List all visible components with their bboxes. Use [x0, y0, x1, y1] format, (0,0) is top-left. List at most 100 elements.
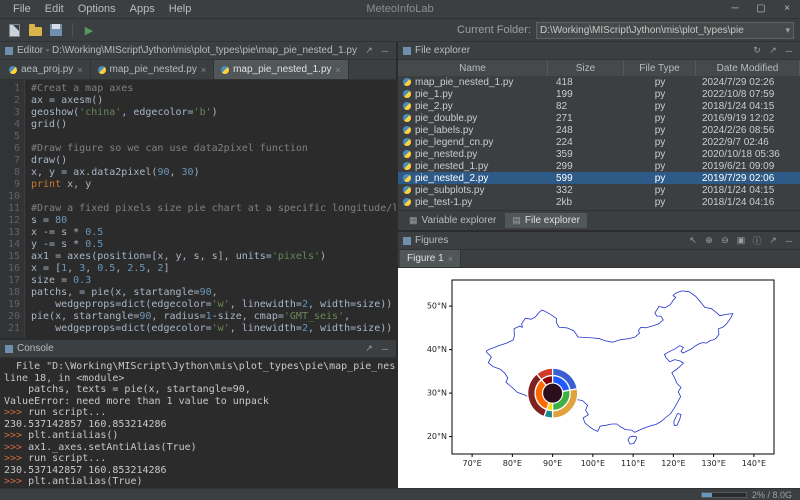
figure-canvas[interactable]: 70°E80°E90°E100°E110°E120°E130°E140°E20°…: [398, 268, 800, 488]
column-header-name[interactable]: Name: [398, 60, 548, 76]
zoom-in-icon[interactable]: ⊕: [703, 235, 715, 246]
minimize-icon[interactable]: ─: [722, 0, 748, 18]
code-line: print x, y: [31, 179, 396, 191]
console-text: plt.antialias(True): [28, 476, 142, 487]
table-row[interactable]: pie_2.py82py2018/1/24 04:15: [398, 100, 800, 112]
file-date-cell: 2018/1/24 04:15: [696, 185, 800, 196]
editor-code[interactable]: #Creat a map axesax = axesm()geoshow('ch…: [25, 80, 396, 338]
line-number: 15: [0, 251, 20, 263]
maximize-icon[interactable]: ▢: [748, 0, 774, 18]
code-line: ax1 = axes(position=[x, y, s, s], units=…: [31, 251, 396, 263]
tab-close-icon[interactable]: ×: [336, 65, 341, 75]
table-row[interactable]: pie_legend_cn.py224py2022/9/7 02:46: [398, 136, 800, 148]
tab-map_pie_nested-py[interactable]: map_pie_nested.py×: [91, 60, 215, 79]
main-area: Editor - D:\Working\MIScript\Jython\mis\…: [0, 42, 800, 488]
figure-canvas-area[interactable]: 70°E80°E90°E100°E110°E120°E130°E140°E20°…: [398, 268, 800, 488]
console-prompt: >>>: [4, 430, 28, 441]
console-line: >>> ax1._axes.setAntiAlias(True): [4, 442, 392, 454]
tab-file-explorer[interactable]: ▤File explorer: [505, 213, 587, 228]
column-header-size[interactable]: Size: [548, 60, 624, 76]
line-number: 5: [0, 131, 20, 143]
memory-usage-text: 2% / 8.0G: [752, 490, 792, 500]
identify-icon[interactable]: ⓘ: [751, 234, 763, 247]
console-minimize-icon[interactable]: ─: [379, 344, 391, 354]
file-date-cell: 2019/6/21 09:09: [696, 161, 800, 172]
new-file-button[interactable]: [6, 22, 22, 38]
close-icon[interactable]: ×: [774, 0, 800, 18]
code-editor[interactable]: 123456789101112131415161718192021 #Creat…: [0, 80, 396, 338]
full-extent-icon[interactable]: ▣: [735, 235, 747, 246]
table-row[interactable]: map_pie_nested_1.py418py2024/7/29 02:26: [398, 76, 800, 88]
file-size-cell: 359: [548, 149, 624, 160]
figures-header: Figures ↖ ⊕ ⊖ ▣ ⓘ ↗ ─: [398, 232, 800, 250]
table-row[interactable]: pie_nested.py 359py2020/10/18 05:36: [398, 148, 800, 160]
menu-edit[interactable]: Edit: [38, 2, 71, 16]
file-type-cell: py: [624, 149, 696, 160]
code-line: grid(): [31, 119, 396, 131]
zoom-out-icon[interactable]: ⊖: [719, 235, 731, 246]
console-panel-icon: [5, 345, 13, 353]
menu-apps[interactable]: Apps: [123, 2, 162, 16]
code-token: x -= s *: [31, 227, 85, 238]
tab-map_pie_nested_1-py[interactable]: map_pie_nested_1.py×: [214, 60, 349, 79]
table-row[interactable]: pie_labels.py248py2024/2/26 08:56: [398, 124, 800, 136]
menu-help[interactable]: Help: [162, 2, 199, 16]
console-text: 230.537142857 160.853214286: [4, 465, 167, 476]
editor-minimize-icon[interactable]: ─: [379, 46, 391, 56]
refresh-icon[interactable]: ↻: [751, 45, 763, 56]
table-row[interactable]: pie_nested_1.py299py2019/6/21 09:09: [398, 160, 800, 172]
chevron-down-icon[interactable]: ▾: [785, 25, 790, 36]
code-token: 'w': [212, 299, 230, 310]
open-file-button[interactable]: [27, 22, 43, 38]
tab-close-icon[interactable]: ×: [77, 65, 82, 75]
table-row[interactable]: pie_1.py199py2022/10/8 07:59: [398, 88, 800, 100]
console-text: ValueError: need more than 1 value to un…: [4, 396, 269, 407]
table-row[interactable]: pie_nested_2.py599py2019/7/29 02:06: [398, 172, 800, 184]
tab-aea_proj-py[interactable]: aea_proj.py×: [2, 60, 91, 79]
menu-bar: FileEditOptionsAppsHelp MeteoInfoLab ─ ▢…: [0, 0, 800, 19]
file-explorer-minimize-icon[interactable]: ─: [783, 46, 795, 56]
python-file-icon: [403, 162, 411, 170]
file-explorer-float-icon[interactable]: ↗: [767, 45, 779, 56]
file-type-cell: py: [624, 125, 696, 136]
editor-float-icon[interactable]: ↗: [363, 45, 375, 56]
menu-file[interactable]: File: [6, 2, 38, 16]
table-row[interactable]: pie_subplots.py332py2018/1/24 04:15: [398, 184, 800, 196]
column-header-date-modified[interactable]: Date Modified: [696, 60, 800, 76]
tab-close-icon[interactable]: ×: [201, 65, 206, 75]
code-line: geoshow('china', edgecolor='b'): [31, 107, 396, 119]
file-date-cell: 2018/1/24 04:15: [696, 101, 800, 112]
open-folder-icon: [29, 27, 42, 36]
file-type-cell: py: [624, 173, 696, 184]
file-date-cell: 2020/10/18 05:36: [696, 149, 800, 160]
file-name-text: pie_nested.py: [415, 149, 477, 160]
code-line: #Creat a map axes: [31, 83, 396, 95]
file-name-cell: pie_subplots.py: [398, 185, 548, 196]
pointer-tool-icon[interactable]: ↖: [687, 235, 699, 246]
save-icon: [50, 24, 62, 36]
console-output[interactable]: File "D:\Working\MIScript\Jython\mis\plo…: [0, 358, 396, 488]
code-line: wedgeprops=dict(edgecolor='w', linewidth…: [31, 323, 396, 335]
code-token: , width=size)): [308, 323, 392, 334]
menu-options[interactable]: Options: [71, 2, 123, 16]
figures-float-icon[interactable]: ↗: [767, 235, 779, 246]
table-row[interactable]: pie_double.py271py2016/9/19 12:02: [398, 112, 800, 124]
table-row[interactable]: pie_test-1.py2kbpy2018/1/24 04:16: [398, 196, 800, 208]
save-button[interactable]: [48, 22, 64, 38]
file-name-text: pie_nested_1.py: [415, 161, 488, 172]
tab-figure-1[interactable]: Figure 1 ×: [400, 250, 461, 267]
file-name-text: pie_1.py: [415, 89, 453, 100]
code-token: draw(): [31, 155, 67, 166]
console-prompt: >>>: [4, 476, 28, 487]
current-folder-combo[interactable]: D:\Working\MIScript\Jython\mis\plot_type…: [536, 22, 794, 39]
run-script-button[interactable]: ▶: [81, 22, 97, 38]
file-type-cell: py: [624, 101, 696, 112]
tab-variable-explorer[interactable]: ▦Variable explorer: [402, 213, 503, 228]
column-header-file-type[interactable]: File Type: [624, 60, 696, 76]
figure-tab-close-icon[interactable]: ×: [448, 254, 453, 264]
line-number: 21: [0, 323, 20, 335]
console-float-icon[interactable]: ↗: [363, 343, 375, 354]
file-explorer-panel-icon: [403, 47, 411, 55]
file-explorer-title: File explorer: [415, 45, 747, 56]
figures-minimize-icon[interactable]: ─: [783, 236, 795, 246]
